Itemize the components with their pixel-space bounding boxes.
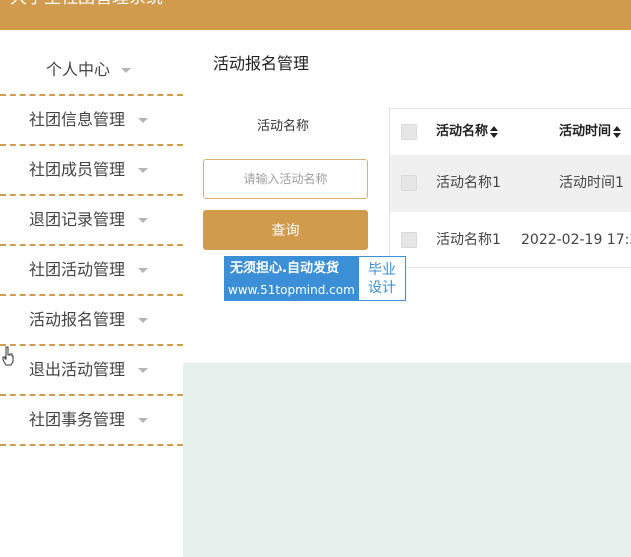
row-checkbox[interactable]: [401, 232, 417, 248]
sidebar-item-label: 退团记录管理: [29, 210, 126, 229]
chevron-down-icon: [138, 368, 148, 373]
sidebar-item-label: 社团事务管理: [29, 410, 126, 429]
chevron-down-icon: [138, 118, 148, 123]
table-header-row: 活动名称 活动时间: [390, 109, 631, 155]
sidebar-item-club-activities[interactable]: 社团活动管理: [0, 246, 183, 296]
app-title: 大学生社团管理系统: [10, 0, 163, 8]
sidebar-item-personal-center[interactable]: 个人中心: [0, 46, 183, 96]
watermark-right-line2: 设计: [368, 280, 396, 296]
top-header-bar: 大学生社团管理系统: [0, 0, 631, 30]
sidebar-item-exit-activity[interactable]: 退出活动管理: [0, 346, 183, 396]
watermark-right: 毕业 设计: [359, 257, 405, 300]
chevron-down-icon: [121, 68, 131, 73]
content-panel: [183, 363, 631, 557]
select-all-checkbox[interactable]: [401, 124, 417, 140]
hand-cursor-icon: [2, 346, 14, 366]
table-cell: 活动名称1: [436, 232, 501, 248]
sidebar-item-label: 个人中心: [46, 60, 111, 79]
sidebar-item-club-info[interactable]: 社团信息管理: [0, 96, 183, 146]
chevron-down-icon: [138, 418, 148, 423]
table-cell: 2022-02-19 17:3: [521, 232, 631, 248]
chevron-down-icon: [138, 168, 148, 173]
table-cell: 活动名称1: [436, 175, 501, 191]
sidebar-item-withdrawal-records[interactable]: 退团记录管理: [0, 196, 183, 246]
sidebar-item-club-affairs[interactable]: 社团事务管理: [0, 396, 183, 446]
watermark-left: 无须担心.自动发货 www.51topmind.com: [225, 257, 359, 300]
activity-name-input[interactable]: [203, 159, 368, 199]
row-checkbox[interactable]: [401, 175, 417, 191]
registration-table: 活动名称 活动时间 活动名称1 活动时间1 活动名称1 2022-02-19 1…: [389, 108, 631, 268]
sidebar-item-club-members[interactable]: 社团成员管理: [0, 146, 183, 196]
watermark-right-line1: 毕业: [368, 262, 396, 278]
table-row[interactable]: 活动名称1 活动时间1: [390, 155, 631, 212]
sidebar-item-label: 社团成员管理: [29, 160, 126, 179]
table-row[interactable]: 活动名称1 2022-02-19 17:3: [390, 212, 631, 267]
page-title: 活动报名管理: [213, 54, 310, 73]
sidebar-item-label: 社团信息管理: [29, 110, 126, 129]
watermark: 无须担心.自动发货 www.51topmind.com 毕业 设计: [224, 256, 406, 301]
column-header-activity-time[interactable]: 活动时间: [559, 123, 622, 141]
column-header-activity-name[interactable]: 活动名称: [436, 123, 499, 141]
chevron-down-icon: [138, 318, 148, 323]
table-cell: 活动时间1: [559, 175, 624, 191]
watermark-url: www.51topmind.com: [228, 283, 355, 297]
query-button[interactable]: 查询: [203, 210, 368, 250]
sidebar: 个人中心 社团信息管理 社团成员管理 退团记录管理 社团活动管理 活动报名管理 …: [0, 30, 183, 557]
sidebar-item-activity-registration[interactable]: 活动报名管理: [0, 296, 183, 346]
sort-icon: [613, 125, 622, 138]
sort-icon: [490, 125, 499, 138]
chevron-down-icon: [138, 268, 148, 273]
watermark-slogan: 无须担心.自动发货: [230, 261, 339, 276]
sidebar-item-label: 活动报名管理: [29, 310, 126, 329]
activity-name-label: 活动名称: [257, 119, 310, 134]
sidebar-item-label: 退出活动管理: [29, 360, 126, 379]
sidebar-item-label: 社团活动管理: [29, 260, 126, 279]
chevron-down-icon: [138, 218, 148, 223]
